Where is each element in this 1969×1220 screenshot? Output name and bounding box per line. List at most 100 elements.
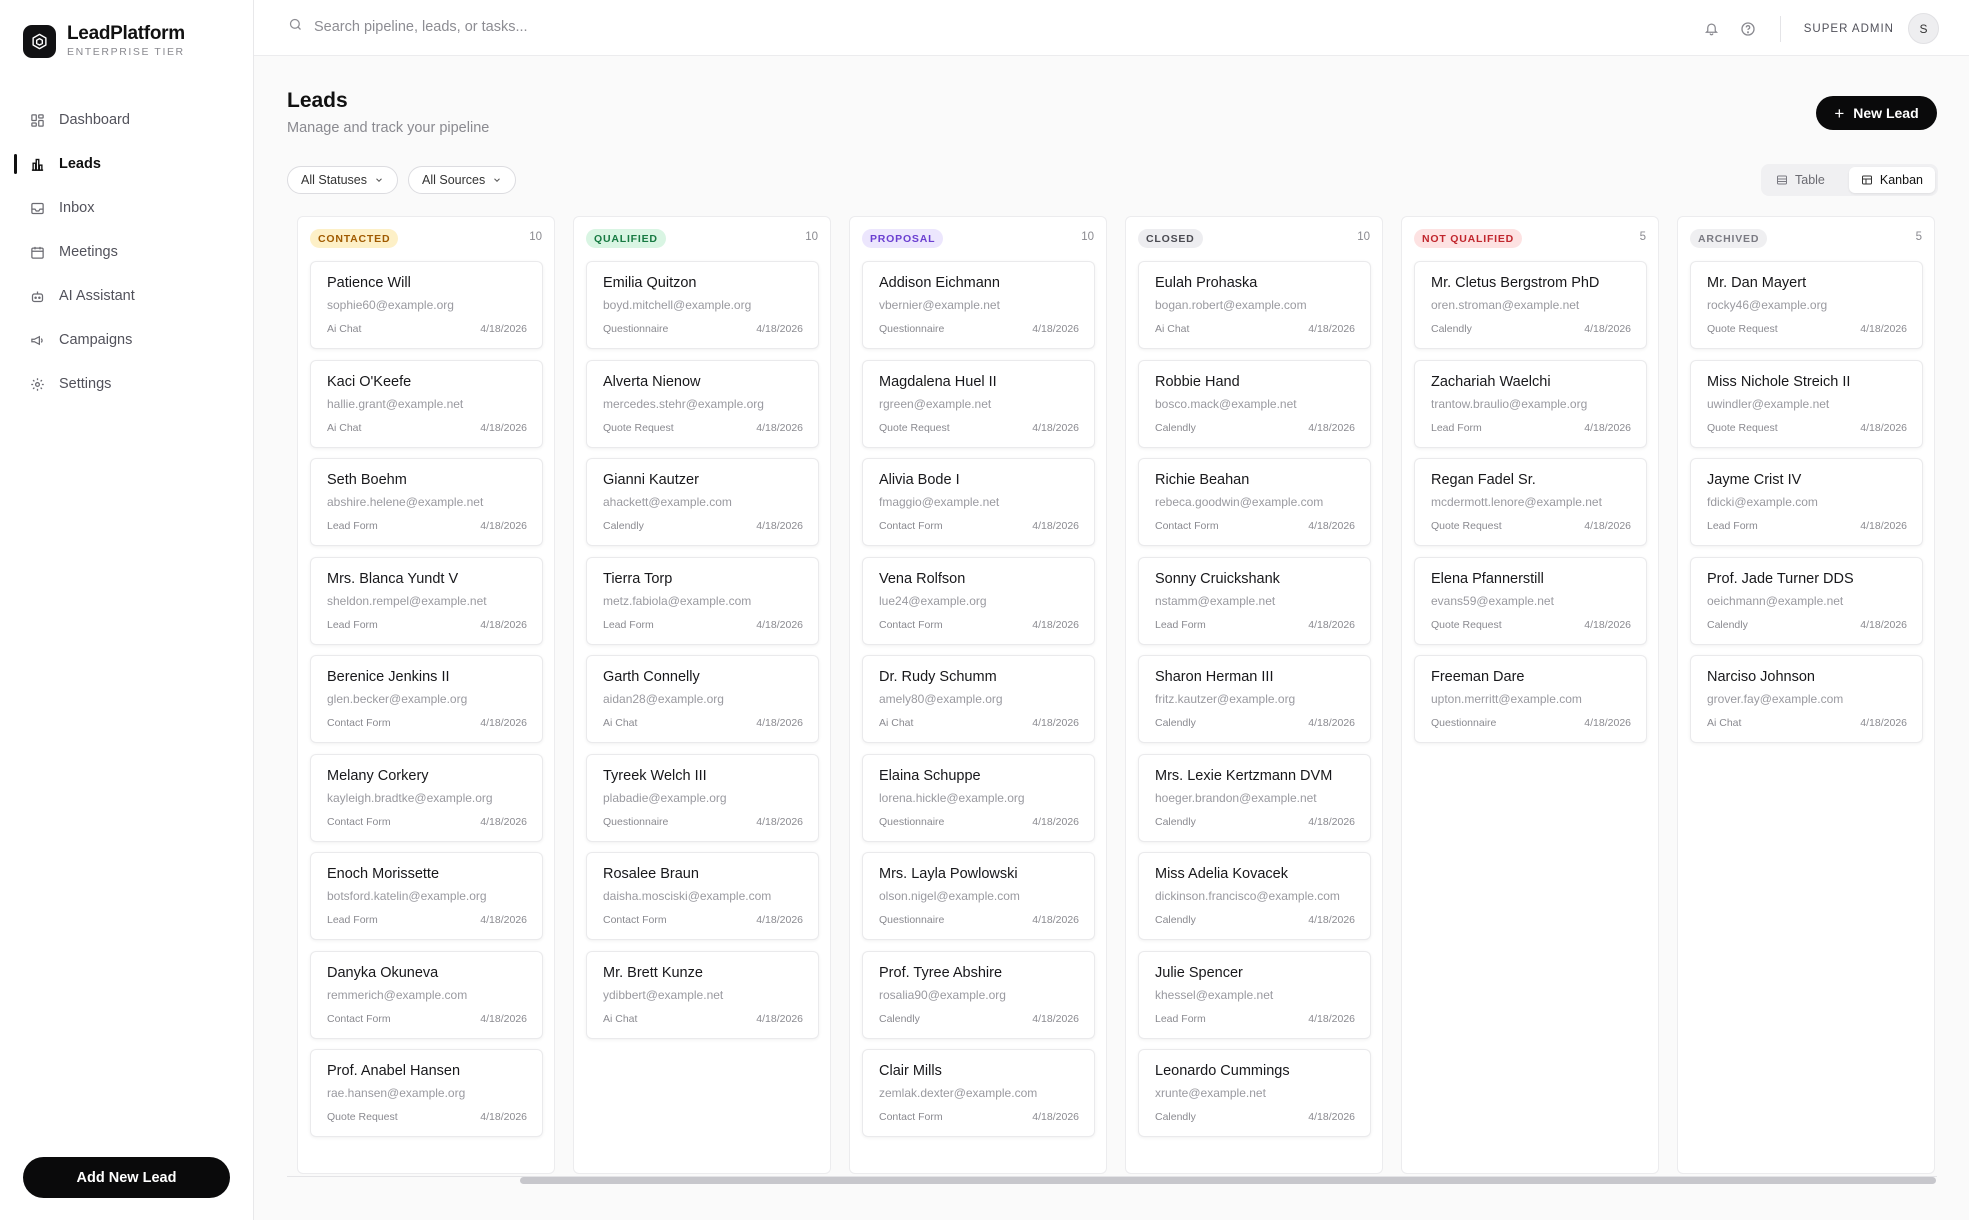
lead-card[interactable]: Emilia Quitzon boyd.mitchell@example.org Q…	[586, 261, 819, 349]
sidebar-item-dashboard[interactable]: Dashboard	[0, 98, 254, 142]
lead-card[interactable]: Miss Adelia Kovacek dickinson.francisco@e…	[1138, 852, 1371, 940]
lead-card[interactable]: Regan Fadel Sr. mcdermott.lenore@example.…	[1414, 458, 1647, 546]
lead-card[interactable]: Sharon Herman III fritz.kautzer@example.o…	[1138, 655, 1371, 743]
lead-source: Questionnaire	[1431, 717, 1497, 729]
bell-icon[interactable]	[1702, 19, 1722, 39]
lead-name: Rosalee Braun	[603, 866, 699, 882]
horizontal-scrollbar[interactable]	[287, 1176, 1937, 1184]
brand[interactable]: LeadPlatform ENTERPRISE TIER	[23, 23, 185, 59]
lead-card[interactable]: Clair Mills zemlak.dexter@example.com Cont…	[862, 1049, 1095, 1137]
lead-email: rgreen@example.net	[879, 397, 992, 411]
lead-card[interactable]: Mr. Brett Kunze ydibbert@example.net Ai Ch…	[586, 951, 819, 1039]
status-filter[interactable]: All Statuses	[287, 166, 399, 194]
lead-card[interactable]: Julie Spencer khessel@example.net Lead For…	[1138, 951, 1371, 1039]
sidebar-item-meetings[interactable]: Meetings	[0, 230, 254, 274]
lead-card[interactable]: Dr. Rudy Schumm amely80@example.org Ai Cha…	[862, 655, 1095, 743]
tab-kanban[interactable]: Kanban	[1848, 167, 1935, 193]
lead-date: 4/18/2026	[1308, 619, 1355, 631]
lead-card[interactable]: Berenice Jenkins II glen.becker@example.o…	[310, 655, 543, 743]
lead-card[interactable]: Tyreek Welch III plabadie@example.org Ques…	[586, 754, 819, 842]
lead-card[interactable]: Mrs. Blanca Yundt V sheldon.rempel@exampl…	[310, 557, 543, 645]
lead-date: 4/18/2026	[756, 1013, 803, 1025]
lead-email: metz.fabiola@example.com	[603, 594, 752, 608]
lead-card[interactable]: Alivia Bode I fmaggio@example.net Contact …	[862, 458, 1095, 546]
lead-source: Calendly	[603, 520, 644, 532]
new-lead-button[interactable]: + New Lead	[1816, 96, 1937, 130]
lead-source: Contact Form	[327, 816, 391, 828]
lead-card[interactable]: Prof. Anabel Hansen rae.hansen@example.or…	[310, 1049, 543, 1137]
lead-card[interactable]: Elena Pfannerstill evans59@example.net Quo…	[1414, 557, 1647, 645]
sidebar-item-inbox[interactable]: Inbox	[0, 186, 254, 230]
lead-card[interactable]: Richie Beahan rebeca.goodwin@example.com C…	[1138, 458, 1371, 546]
sidebar-item-leads[interactable]: Leads	[0, 142, 254, 186]
lead-card[interactable]: Zachariah Waelchi trantow.braulio@example…	[1414, 360, 1647, 448]
search-input[interactable]	[314, 19, 834, 35]
column-count: 10	[805, 231, 818, 243]
lead-card[interactable]: Rosalee Braun daisha.mosciski@example.com…	[586, 852, 819, 940]
lead-card[interactable]: Tierra Torp metz.fabiola@example.com Lead …	[586, 557, 819, 645]
lead-card[interactable]: Sonny Cruickshank nstamm@example.net Lead …	[1138, 557, 1371, 645]
lead-card[interactable]: Miss Nichole Streich II uwindler@example.…	[1690, 360, 1923, 448]
help-icon[interactable]	[1738, 19, 1758, 39]
lead-date: 4/18/2026	[1860, 323, 1907, 335]
lead-card[interactable]: Mr. Dan Mayert rocky46@example.org Quote R…	[1690, 261, 1923, 349]
source-filter-label: All Sources	[422, 173, 486, 187]
lead-card[interactable]: Narciso Johnson grover.fay@example.com Ai …	[1690, 655, 1923, 743]
sidebar-item-campaigns[interactable]: Campaigns	[0, 318, 254, 362]
lead-card[interactable]: Leonardo Cummings xrunte@example.net Calen…	[1138, 1049, 1371, 1137]
avatar[interactable]: S	[1908, 13, 1939, 44]
lead-card[interactable]: Kaci O'Keefe hallie.grant@example.net Ai C…	[310, 360, 543, 448]
search-bar[interactable]	[288, 17, 834, 37]
lead-card[interactable]: Eulah Prohaska bogan.robert@example.com Ai…	[1138, 261, 1371, 349]
lead-card[interactable]: Mr. Cletus Bergstrom PhD oren.stroman@exa…	[1414, 261, 1647, 349]
lead-email: oeichmann@example.net	[1707, 594, 1844, 608]
lead-card[interactable]: Vena Rolfson lue24@example.org Contact For…	[862, 557, 1095, 645]
lead-card[interactable]: Enoch Morissette botsford.katelin@example…	[310, 852, 543, 940]
lead-date: 4/18/2026	[1032, 323, 1079, 335]
scrollbar-thumb[interactable]	[520, 1177, 1936, 1184]
lead-date: 4/18/2026	[480, 717, 527, 729]
kanban-column-proposal: PROPOSAL 10 Addison Eichmann vbernier@examp…	[849, 216, 1107, 1174]
lead-card[interactable]: Garth Connelly aidan28@example.org Ai Chat…	[586, 655, 819, 743]
page-subtitle: Manage and track your pipeline	[287, 120, 490, 136]
lead-card[interactable]: Prof. Jade Turner DDS oeichmann@example.n…	[1690, 557, 1923, 645]
lead-card[interactable]: Magdalena Huel II rgreen@example.net Quote…	[862, 360, 1095, 448]
sidebar-item-label: Leads	[59, 156, 101, 172]
lead-card[interactable]: Danyka Okuneva remmerich@example.com Conta…	[310, 951, 543, 1039]
lead-source: Calendly	[1155, 422, 1196, 434]
lead-source: Contact Form	[879, 1111, 943, 1123]
source-filter[interactable]: All Sources	[408, 166, 517, 194]
megaphone-icon	[29, 332, 45, 348]
lead-name: Mrs. Lexie Kertzmann DVM	[1155, 768, 1333, 784]
tab-table[interactable]: Table	[1764, 167, 1837, 193]
lead-source: Lead Form	[1431, 422, 1482, 434]
lead-name: Kaci O'Keefe	[327, 374, 412, 390]
lead-card[interactable]: Mrs. Layla Powlowski olson.nigel@example.…	[862, 852, 1095, 940]
lead-source: Ai Chat	[603, 1013, 638, 1025]
lead-card[interactable]: Addison Eichmann vbernier@example.net Ques…	[862, 261, 1095, 349]
column-header: ARCHIVED 5	[1678, 217, 1934, 259]
add-new-lead-button[interactable]: Add New Lead	[23, 1157, 230, 1198]
lead-source: Ai Chat	[1155, 323, 1190, 335]
lead-card[interactable]: Seth Boehm abshire.helene@example.net Lead…	[310, 458, 543, 546]
lead-card[interactable]: Prof. Tyree Abshire rosalia90@example.org…	[862, 951, 1095, 1039]
lead-name: Freeman Dare	[1431, 669, 1525, 685]
lead-card[interactable]: Mrs. Lexie Kertzmann DVM hoeger.brandon@e…	[1138, 754, 1371, 842]
lead-date: 4/18/2026	[1308, 323, 1355, 335]
lead-card[interactable]: Robbie Hand bosco.mack@example.net Calendl…	[1138, 360, 1371, 448]
lead-card[interactable]: Elaina Schuppe lorena.hickle@example.org Q…	[862, 754, 1095, 842]
lead-card[interactable]: Freeman Dare upton.merritt@example.com Que…	[1414, 655, 1647, 743]
lead-email: sophie60@example.org	[327, 298, 454, 312]
lead-card[interactable]: Jayme Crist IV fdicki@example.com Lead For…	[1690, 458, 1923, 546]
sidebar-item-ai-assistant[interactable]: AI Assistant	[0, 274, 254, 318]
lead-card[interactable]: Patience Will sophie60@example.org Ai Chat…	[310, 261, 543, 349]
lead-email: daisha.mosciski@example.com	[603, 889, 772, 903]
sidebar-item-settings[interactable]: Settings	[0, 362, 254, 406]
lead-email: ahackett@example.com	[603, 495, 732, 509]
lead-card[interactable]: Melany Corkery kayleigh.bradtke@example.o…	[310, 754, 543, 842]
new-lead-label: New Lead	[1853, 105, 1919, 121]
lead-email: xrunte@example.net	[1155, 1086, 1266, 1100]
lead-card[interactable]: Alverta Nienow mercedes.stehr@example.org…	[586, 360, 819, 448]
lead-card[interactable]: Gianni Kautzer ahackett@example.com Calend…	[586, 458, 819, 546]
search-icon	[288, 17, 303, 37]
